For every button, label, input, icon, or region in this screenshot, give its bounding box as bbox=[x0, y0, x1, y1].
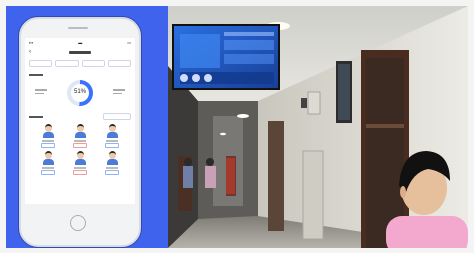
person-grid bbox=[25, 122, 135, 177]
filter-chip[interactable] bbox=[107, 60, 131, 67]
section-title bbox=[25, 69, 135, 79]
ring-percent: 51% bbox=[73, 89, 86, 95]
wall-device bbox=[307, 91, 321, 115]
phone-screen: ▪▪▪ ▬ ▭ ‹ 51% bbox=[25, 38, 135, 204]
person-avatar-icon bbox=[74, 124, 87, 138]
person-avatar-icon bbox=[106, 151, 119, 165]
list-header bbox=[25, 111, 135, 122]
person-avatar-icon bbox=[42, 151, 55, 165]
person-card[interactable] bbox=[97, 151, 127, 175]
person-card[interactable] bbox=[33, 151, 63, 175]
smartphone-mockup: ▪▪▪ ▬ ▭ ‹ 51% bbox=[19, 17, 141, 247]
person-card[interactable] bbox=[97, 124, 127, 148]
person-avatar-icon bbox=[106, 124, 119, 138]
person-card[interactable] bbox=[33, 124, 63, 148]
phone-speaker bbox=[68, 27, 88, 29]
hallway-photo bbox=[168, 6, 468, 248]
person-avatar-icon bbox=[74, 151, 87, 165]
filter-chip[interactable] bbox=[81, 60, 105, 67]
ceiling-light bbox=[237, 114, 249, 118]
person-card[interactable] bbox=[65, 151, 95, 175]
back-arrow-icon[interactable]: ‹ bbox=[29, 49, 31, 55]
battery-icon: ▭ bbox=[127, 40, 131, 45]
filter-chip[interactable] bbox=[29, 60, 53, 67]
ring-right-label bbox=[113, 89, 125, 94]
person-avatar-icon bbox=[42, 124, 55, 138]
clock-bar: ▬ bbox=[78, 40, 83, 45]
progress-ring-area: 51% bbox=[25, 79, 135, 111]
wall-tv bbox=[172, 24, 280, 90]
ring-left-label bbox=[35, 89, 47, 94]
nav-bar: ‹ bbox=[25, 47, 135, 58]
mid-door-2 bbox=[302, 150, 324, 240]
filter-chip[interactable] bbox=[55, 60, 79, 67]
filter-row bbox=[25, 58, 135, 69]
signal-icon: ▪▪▪ bbox=[29, 40, 34, 45]
list-dropdown[interactable] bbox=[103, 113, 131, 120]
status-bar: ▪▪▪ ▬ ▭ bbox=[25, 38, 135, 47]
person-card[interactable] bbox=[65, 124, 95, 148]
nav-title-bar bbox=[69, 51, 91, 54]
scene-frame: ▪▪▪ ▬ ▭ ‹ 51% bbox=[6, 6, 468, 248]
blue-panel: ▪▪▪ ▬ ▭ ‹ 51% bbox=[6, 6, 168, 248]
home-button-icon bbox=[70, 215, 86, 231]
mid-door bbox=[268, 121, 284, 231]
